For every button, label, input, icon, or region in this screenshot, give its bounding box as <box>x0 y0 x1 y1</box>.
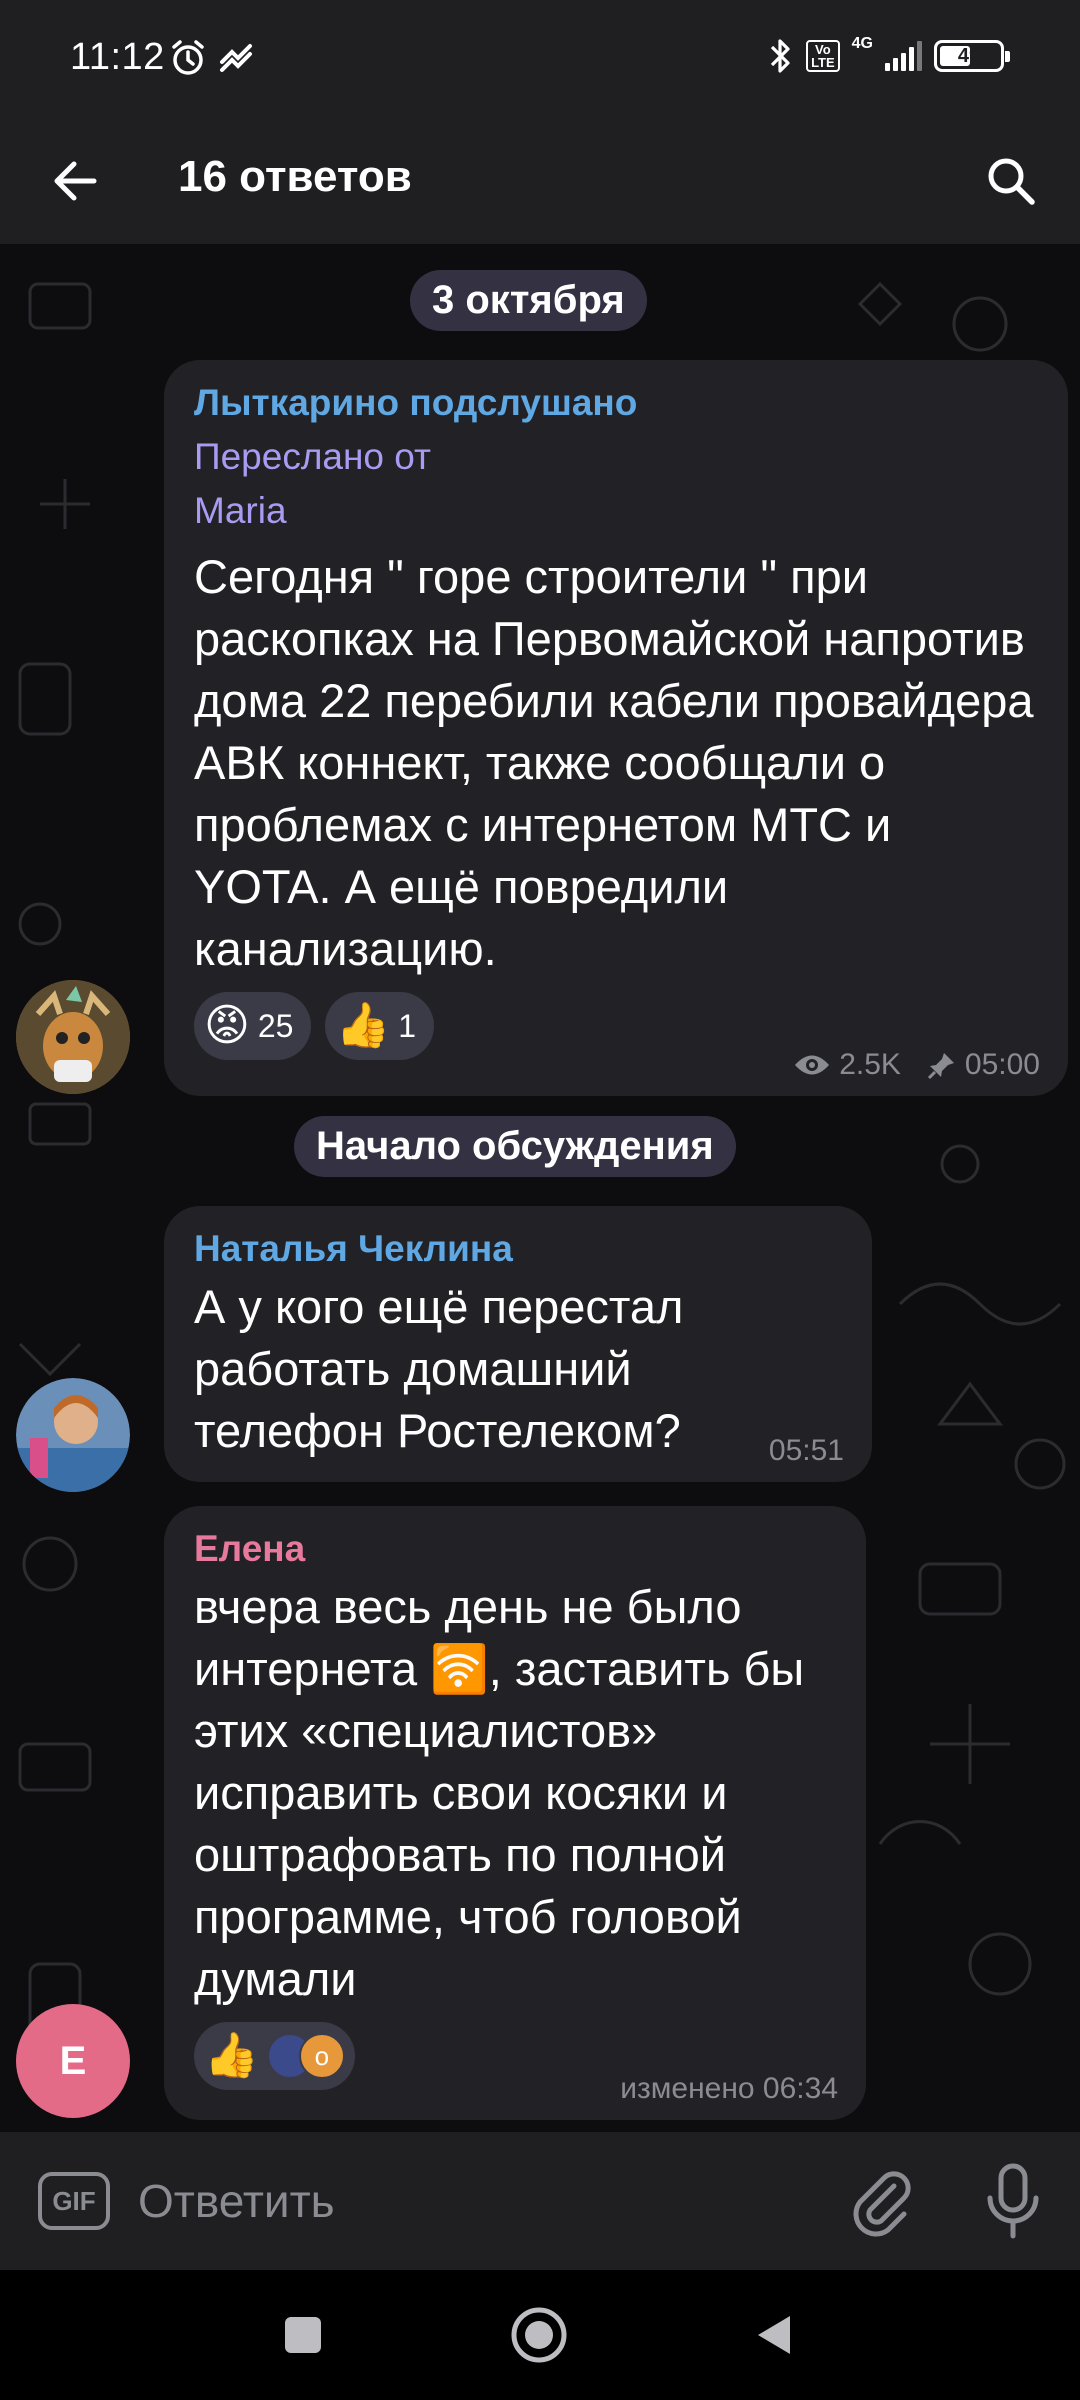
search-icon <box>988 158 1035 205</box>
comment-text: вчера весь день не было интернета 🛜, зас… <box>194 1576 834 2010</box>
comment-meta: изменено 06:34 <box>620 2072 838 2106</box>
signal-icon <box>885 41 922 71</box>
status-right-icons: Vo LTE 4G 49 <box>768 35 1010 76</box>
channel-name[interactable]: Лыткарино подслушано <box>194 382 1038 424</box>
channel-avatar[interactable] <box>16 980 130 1094</box>
back-button[interactable] <box>44 148 110 214</box>
arrow-left-icon <box>54 161 97 201</box>
battery-level: 49 <box>957 44 981 67</box>
thumbs-up-icon: 👍 <box>335 1001 391 1050</box>
square-icon <box>285 2317 321 2353</box>
microphone-icon <box>987 2163 1039 2239</box>
comment-bubble[interactable]: Наталья Чеклина А у кого ещё перестал ра… <box>164 1206 872 1482</box>
comment-text-part: , заставить бы этих «специалистов» испра… <box>194 1642 805 2005</box>
home-circle-icon <box>511 2307 567 2363</box>
reaction-thumbs-up[interactable]: 👍 1 <box>325 992 435 1060</box>
status-bar: 11:12 Vo LTE 4G 49 <box>0 0 1080 118</box>
home-button[interactable] <box>504 2300 574 2370</box>
battery-icon: 49 <box>934 40 1010 72</box>
user-avatar-elena[interactable]: Е <box>16 2004 130 2118</box>
comment-sender[interactable]: Наталья Чеклина <box>194 1228 842 1270</box>
bluetooth-icon <box>770 39 790 73</box>
view-count: 2.5K <box>839 1048 901 1081</box>
pin-icon <box>927 1053 954 1080</box>
reply-input-bar: GIF Ответить <box>0 2132 1080 2270</box>
voice-message-button[interactable] <box>976 2160 1050 2244</box>
post-time: 05:00 <box>964 1048 1040 1081</box>
date-separator: 3 октября <box>410 270 647 331</box>
system-navigation-bar <box>0 2270 1080 2400</box>
user-avatar-natalia[interactable] <box>16 1378 130 1492</box>
post-meta: 2.5K 05:00 <box>793 1048 1040 1082</box>
status-left-icons <box>168 38 256 78</box>
back-nav-button[interactable] <box>740 2300 810 2370</box>
reaction-angry[interactable]: 😡 25 <box>194 992 312 1060</box>
comment-time: изменено 06:34 <box>620 2072 838 2105</box>
reaction-count: 25 <box>257 1007 294 1044</box>
attach-button[interactable] <box>844 2164 918 2238</box>
forwarded-from[interactable]: Maria <box>194 484 1038 538</box>
chat-area[interactable]: 3 октября Лыткарино подслушано Переслано… <box>0 244 1080 2132</box>
reactor-avatar: о <box>298 2033 345 2079</box>
channel-post-bubble[interactable]: Лыткарино подслушано Переслано от Maria … <box>164 360 1068 1096</box>
reaction-thumbs-up[interactable]: 👍 о <box>194 2022 355 2090</box>
status-time: 11:12 <box>70 36 165 78</box>
comment-time: 05:51 <box>768 1434 844 1467</box>
alarm-icon <box>172 40 204 75</box>
wifi-emoji-icon: 🛜 <box>430 1642 489 1695</box>
eye-icon <box>795 1055 830 1075</box>
app-notification-icon <box>220 44 252 72</box>
page-title: 16 ответов <box>178 152 412 201</box>
discussion-start-separator: Начало обсуждения <box>294 1116 736 1177</box>
comment-text: А у кого ещё перестал работать домашний … <box>194 1280 684 1457</box>
triangle-back-icon <box>758 2316 790 2354</box>
comment-bubble[interactable]: Елена вчера весь день не было интернета … <box>164 1506 866 2120</box>
recents-button[interactable] <box>268 2300 338 2370</box>
reply-input[interactable]: Ответить <box>138 2166 838 2236</box>
reaction-count: 1 <box>398 1007 417 1044</box>
thumbs-up-icon: 👍 <box>204 2031 259 2080</box>
forwarded-label: Переслано от <box>194 436 431 477</box>
angry-face-icon: 😡 <box>204 1001 250 1050</box>
search-button[interactable] <box>978 148 1044 214</box>
volte-icon: Vo LTE <box>806 40 840 72</box>
avatar-letter: Е <box>59 2038 87 2083</box>
paperclip-icon <box>853 2171 911 2237</box>
post-text: Сегодня " горе строители " при раскопках… <box>194 550 1034 975</box>
network-type: 4G <box>851 35 873 52</box>
gif-button[interactable]: GIF <box>38 2172 110 2230</box>
comment-sender[interactable]: Елена <box>194 1528 836 1570</box>
app-header: 16 ответов <box>0 118 1080 244</box>
comment-meta: 05:51 <box>769 1434 844 1468</box>
